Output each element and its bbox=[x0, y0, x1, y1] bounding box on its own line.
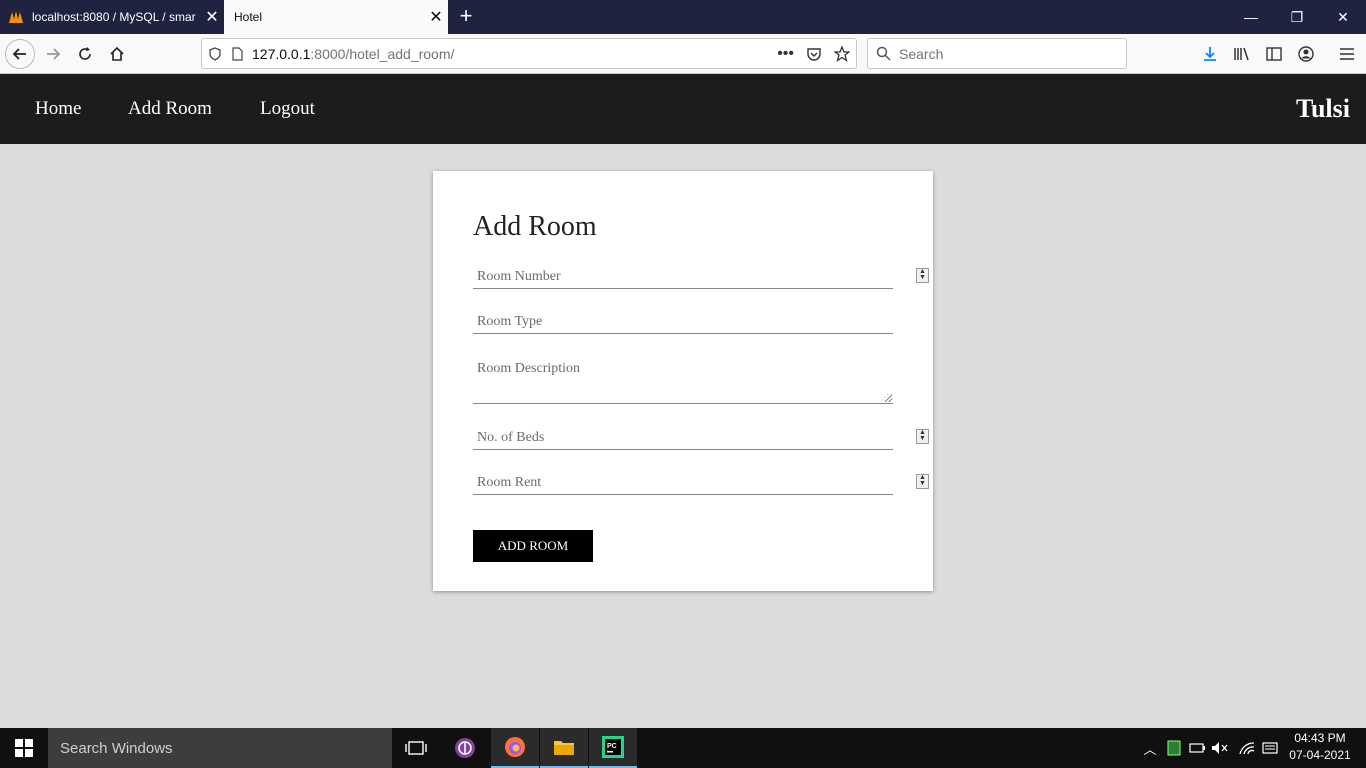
site-brand: Tulsi bbox=[1296, 94, 1350, 123]
room-number-stepper[interactable]: ▲ ▼ bbox=[916, 268, 929, 283]
taskbar-clock[interactable]: 04:43 PM 07-04-2021 bbox=[1284, 730, 1356, 764]
browser-tab-bar: localhost:8080 / MySQL / smar ✕ Hotel ✕ … bbox=[0, 0, 1366, 34]
tab-title: localhost:8080 / MySQL / smar bbox=[32, 10, 196, 24]
new-tab-icon[interactable]: + bbox=[454, 4, 478, 30]
tor-browser-icon[interactable] bbox=[441, 728, 489, 768]
library-icon[interactable] bbox=[1227, 39, 1257, 69]
add-room-card: Add Room ▲▼ ⋰ ▲▼ ▲▼ ADD ROOM bbox=[433, 171, 933, 591]
close-tab-icon[interactable]: ✕ bbox=[424, 7, 448, 27]
wifi-icon[interactable] bbox=[1236, 728, 1258, 768]
room-type-input[interactable] bbox=[473, 311, 893, 334]
room-rent-stepper[interactable]: ▲ ▼ bbox=[916, 474, 929, 489]
url-bar[interactable]: 127.0.0.1:8000/hotel_add_room/ ••• bbox=[201, 38, 857, 69]
page-actions-icon[interactable]: ••• bbox=[777, 45, 794, 63]
windows-start-icon[interactable] bbox=[0, 728, 48, 768]
phpmyadmin-icon bbox=[9, 11, 23, 23]
reload-icon[interactable] bbox=[70, 39, 100, 69]
pycharm-icon[interactable]: PC bbox=[589, 728, 637, 768]
bookmark-star-icon[interactable] bbox=[834, 45, 850, 62]
beds-input[interactable] bbox=[473, 427, 893, 450]
clock-date: 07-04-2021 bbox=[1289, 748, 1351, 762]
download-icon[interactable] bbox=[1195, 39, 1225, 69]
account-icon[interactable] bbox=[1291, 39, 1321, 69]
svg-text:PC: PC bbox=[607, 743, 617, 750]
sidebar-icon[interactable] bbox=[1259, 39, 1289, 69]
restore-icon[interactable]: ❐ bbox=[1274, 0, 1320, 34]
room-description-textarea[interactable] bbox=[473, 355, 893, 404]
battery-icon[interactable] bbox=[1188, 728, 1208, 768]
room-number-input[interactable] bbox=[473, 266, 893, 289]
search-placeholder: Search bbox=[899, 45, 944, 62]
tab-title: Hotel bbox=[234, 10, 263, 24]
back-icon[interactable] bbox=[5, 39, 35, 69]
add-room-button[interactable]: ADD ROOM bbox=[473, 530, 593, 562]
volume-muted-icon[interactable] bbox=[1210, 728, 1230, 768]
home-icon[interactable] bbox=[102, 39, 132, 69]
url-host: 127.0.0.1 bbox=[252, 45, 311, 62]
nav-add-room-link[interactable]: Add Room bbox=[128, 98, 212, 120]
firefox-icon[interactable] bbox=[491, 728, 539, 768]
room-rent-input[interactable] bbox=[473, 472, 893, 495]
search-icon bbox=[876, 46, 891, 61]
beds-stepper[interactable]: ▲ ▼ bbox=[916, 429, 929, 444]
keyboard-icon[interactable] bbox=[1260, 728, 1280, 768]
taskbar-search[interactable]: Search Windows bbox=[48, 728, 392, 768]
show-hidden-icons-icon[interactable]: ︿ bbox=[1140, 728, 1160, 768]
nav-logout-link[interactable]: Logout bbox=[260, 98, 315, 120]
close-tab-icon[interactable]: ✕ bbox=[200, 7, 224, 27]
minimize-icon[interactable]: — bbox=[1228, 0, 1274, 34]
file-explorer-icon[interactable] bbox=[540, 728, 588, 768]
resize-handle-icon[interactable]: ⋰ bbox=[881, 393, 889, 402]
browser-tab-phpmyadmin[interactable]: localhost:8080 / MySQL / smar ✕ bbox=[0, 0, 224, 34]
pocket-icon[interactable] bbox=[806, 46, 822, 62]
tray-app-icon[interactable] bbox=[1164, 728, 1184, 768]
clock-time: 04:43 PM bbox=[1294, 731, 1346, 745]
forward-icon[interactable] bbox=[38, 39, 68, 69]
close-window-icon[interactable]: ✕ bbox=[1320, 0, 1366, 34]
shield-icon[interactable] bbox=[208, 46, 222, 61]
menu-icon[interactable] bbox=[1332, 39, 1362, 69]
task-view-icon[interactable] bbox=[392, 728, 440, 768]
windows-taskbar: Search Windows PC ︿ 04:43 PM 07-04-2021 bbox=[0, 728, 1366, 768]
url-path: :8000/hotel_add_room/ bbox=[310, 45, 455, 62]
site-navbar: Home Add Room Logout Tulsi bbox=[0, 74, 1366, 144]
page-icon bbox=[232, 46, 243, 61]
page-title: Add Room bbox=[473, 211, 597, 242]
browser-toolbar: 127.0.0.1:8000/hotel_add_room/ ••• Searc… bbox=[0, 34, 1366, 74]
search-input[interactable]: Search bbox=[867, 38, 1127, 69]
browser-tab-hotel[interactable]: Hotel ✕ bbox=[224, 0, 448, 34]
nav-home-link[interactable]: Home bbox=[35, 98, 81, 120]
